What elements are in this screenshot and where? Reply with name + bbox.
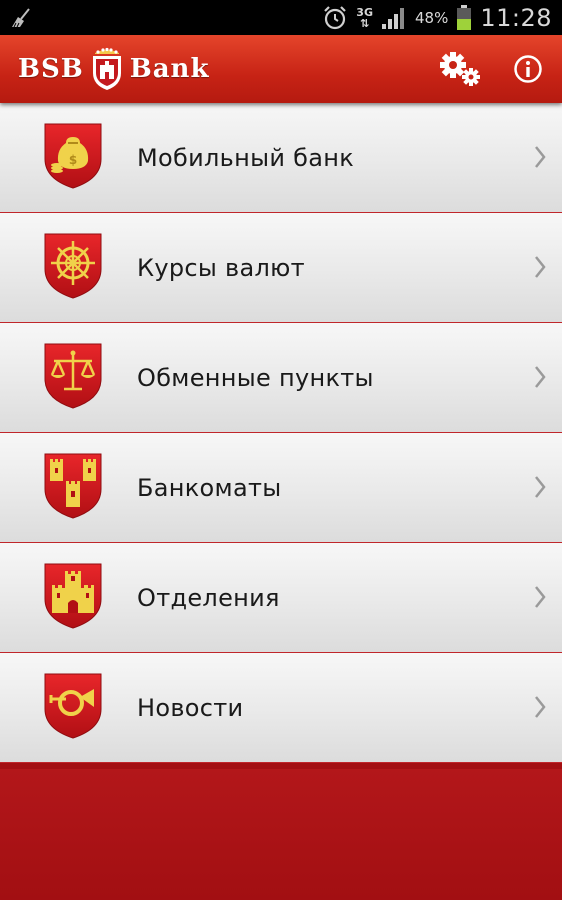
chevron-right-icon bbox=[535, 696, 546, 718]
clock: 11:28 bbox=[480, 3, 552, 32]
castle-shield-icon bbox=[44, 563, 102, 629]
menu-item-mobile-bank[interactable]: $ Мобильный банк bbox=[0, 103, 562, 213]
towers-shield-icon bbox=[44, 453, 102, 519]
settings-button[interactable] bbox=[438, 47, 482, 91]
menu-item-branches[interactable]: Отделения bbox=[0, 543, 562, 653]
signal-icon bbox=[381, 7, 404, 29]
chevron-right-icon bbox=[535, 586, 546, 608]
broom-icon bbox=[12, 8, 30, 28]
menu-item-atms[interactable]: Банкоматы bbox=[0, 433, 562, 543]
chevron-right-icon bbox=[535, 146, 546, 168]
network-3g-icon: 3G ⇅ bbox=[356, 5, 373, 30]
alarm-icon bbox=[324, 5, 347, 29]
menu-item-label: Новости bbox=[137, 694, 244, 722]
menu-item-exchange-points[interactable]: Обменные пункты bbox=[0, 323, 562, 433]
post-horn-shield-icon bbox=[44, 673, 102, 739]
logo-text-right: Bank bbox=[129, 54, 210, 84]
gears-icon bbox=[440, 52, 480, 86]
background-panel bbox=[0, 769, 562, 900]
menu-item-news[interactable]: Новости bbox=[0, 653, 562, 763]
menu-item-label: Курсы валют bbox=[137, 254, 305, 282]
menu-item-exchange-rates[interactable]: Курсы валют bbox=[0, 213, 562, 323]
battery-icon bbox=[457, 4, 472, 30]
status-bar: 3G ⇅ 48% 11:28 bbox=[0, 0, 562, 35]
menu-item-label: Мобильный банк bbox=[137, 144, 355, 172]
app-header: BSB Bank bbox=[0, 35, 562, 103]
menu-item-label: Отделения bbox=[137, 584, 280, 612]
chevron-right-icon bbox=[535, 256, 546, 278]
bsb-bank-logo: BSB Bank bbox=[18, 45, 209, 93]
scales-shield-icon bbox=[44, 343, 102, 409]
chevron-right-icon bbox=[535, 366, 546, 388]
money-bag-shield-icon: $ bbox=[44, 123, 102, 189]
logo-emblem-icon bbox=[92, 47, 121, 90]
svg-text:$: $ bbox=[69, 153, 77, 167]
chevron-right-icon bbox=[535, 476, 546, 498]
info-button[interactable] bbox=[506, 47, 550, 91]
main-menu: $ Мобильный банк Курсы валют Обменные пу… bbox=[0, 103, 562, 763]
logo-text-left: BSB bbox=[18, 54, 84, 84]
menu-item-label: Банкоматы bbox=[137, 474, 282, 502]
compass-wheel-shield-icon bbox=[44, 233, 102, 299]
menu-item-label: Обменные пункты bbox=[137, 364, 374, 392]
battery-percent: 48% bbox=[414, 8, 449, 27]
info-icon bbox=[514, 55, 542, 83]
